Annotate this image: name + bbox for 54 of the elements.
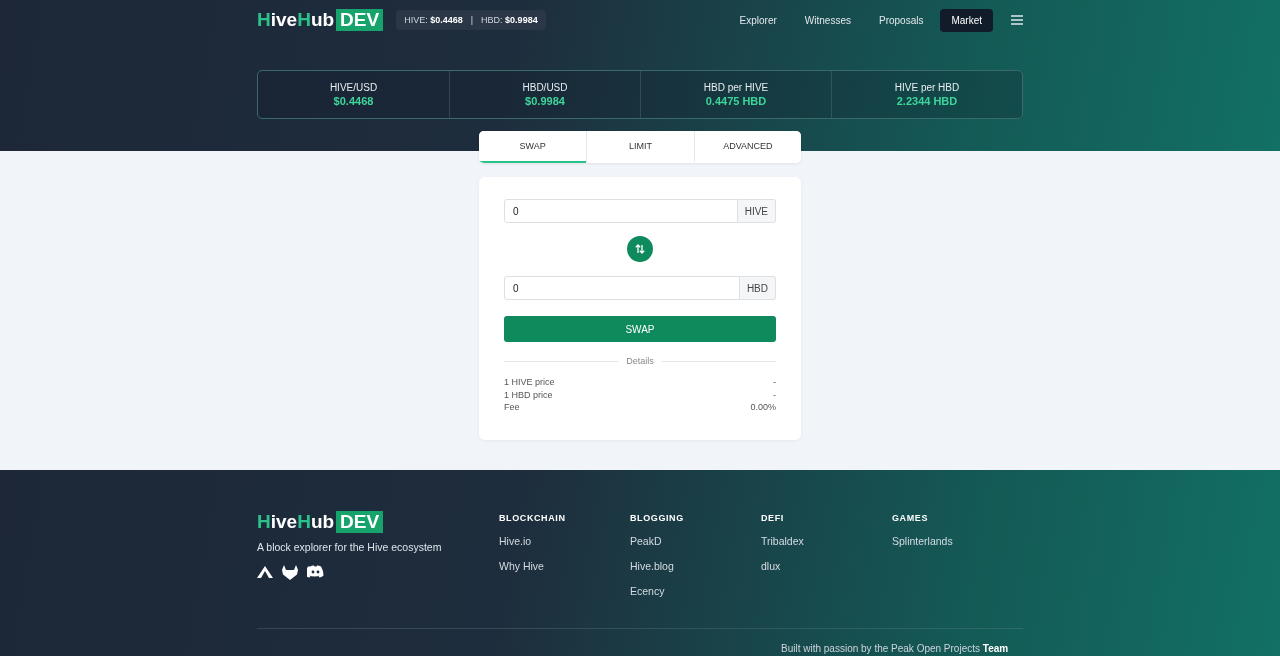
detail-label: 1 HBD price [504,388,553,402]
tab[interactable]: SWAP [479,131,587,163]
tab[interactable]: LIMIT [586,131,694,163]
stat-value: $0.9984 [525,95,565,107]
discord-icon[interactable] [307,565,324,578]
tagline: A block explorer for the Hive ecosystem [257,541,443,553]
separator: | [470,15,474,25]
footer-link[interactable]: Splinterlands [892,535,1023,548]
unit-label: HIVE [737,199,776,223]
footer-heading: BLOGGING [630,513,685,523]
nav-link[interactable]: Market [940,8,993,32]
ticker-price: HIVE: $0.4468 [404,15,463,25]
stat-value: 2.2344 HBD [896,95,958,107]
logo-badge: DEV [336,9,384,31]
detail-value: 0.00% [750,401,776,415]
swap-direction-button[interactable] [627,236,653,262]
amount-field[interactable]: 0 [504,276,740,300]
detail-value: - [773,388,776,402]
logo-text[interactable]: HiveHub [257,511,335,533]
credit-text: Built with passion by the Peak Open Projects Team [781,643,1009,654]
logo-text[interactable]: HiveHub [257,9,335,31]
stat-value: $0.4468 [333,95,374,107]
logo-badge: DEV [336,511,384,533]
footer-link[interactable]: Tribaldex [761,535,892,548]
footer-link[interactable]: dlux [761,560,892,573]
detail-label: Fee [504,401,520,415]
detail-value: - [773,376,776,389]
nav-link[interactable]: Proposals [867,8,935,32]
unit-label: HBD [739,276,776,300]
swap-arrows-icon [634,243,646,255]
footer-link[interactable]: Why Hive [499,560,630,573]
detail-label: 1 HIVE price [504,376,555,389]
stat-label: HBD/USD [522,82,568,93]
footer-heading: DEFI [761,513,785,523]
nav-link[interactable]: Witnesses [793,8,862,32]
footer-heading: BLOCKCHAIN [499,513,567,523]
footer-link[interactable]: Hive.io [499,535,630,548]
swap-button[interactable]: SWAP [504,316,776,342]
footer-link[interactable]: Ecency [630,585,761,598]
tab[interactable]: ADVANCED [693,131,801,163]
chevron-logo-icon[interactable] [257,565,273,579]
fox-icon[interactable] [282,565,298,580]
stat-label: HBD per HIVE [703,82,769,93]
stat-value: 0.4475 HBD [705,95,767,107]
details-heading: Details [626,356,654,366]
footer-link[interactable]: Hive.blog [630,560,761,573]
stat-label: HIVE/USD [329,82,378,93]
stat-label: HIVE per HBD [894,82,960,93]
nav-link[interactable]: Explorer [728,8,788,32]
ticker-price: HBD: $0.9984 [481,15,538,25]
menu-icon[interactable] [1011,15,1023,25]
amount-field[interactable]: 0 [504,199,738,223]
footer-heading: GAMES [892,513,929,523]
footer-link[interactable]: PeakD [630,535,761,548]
